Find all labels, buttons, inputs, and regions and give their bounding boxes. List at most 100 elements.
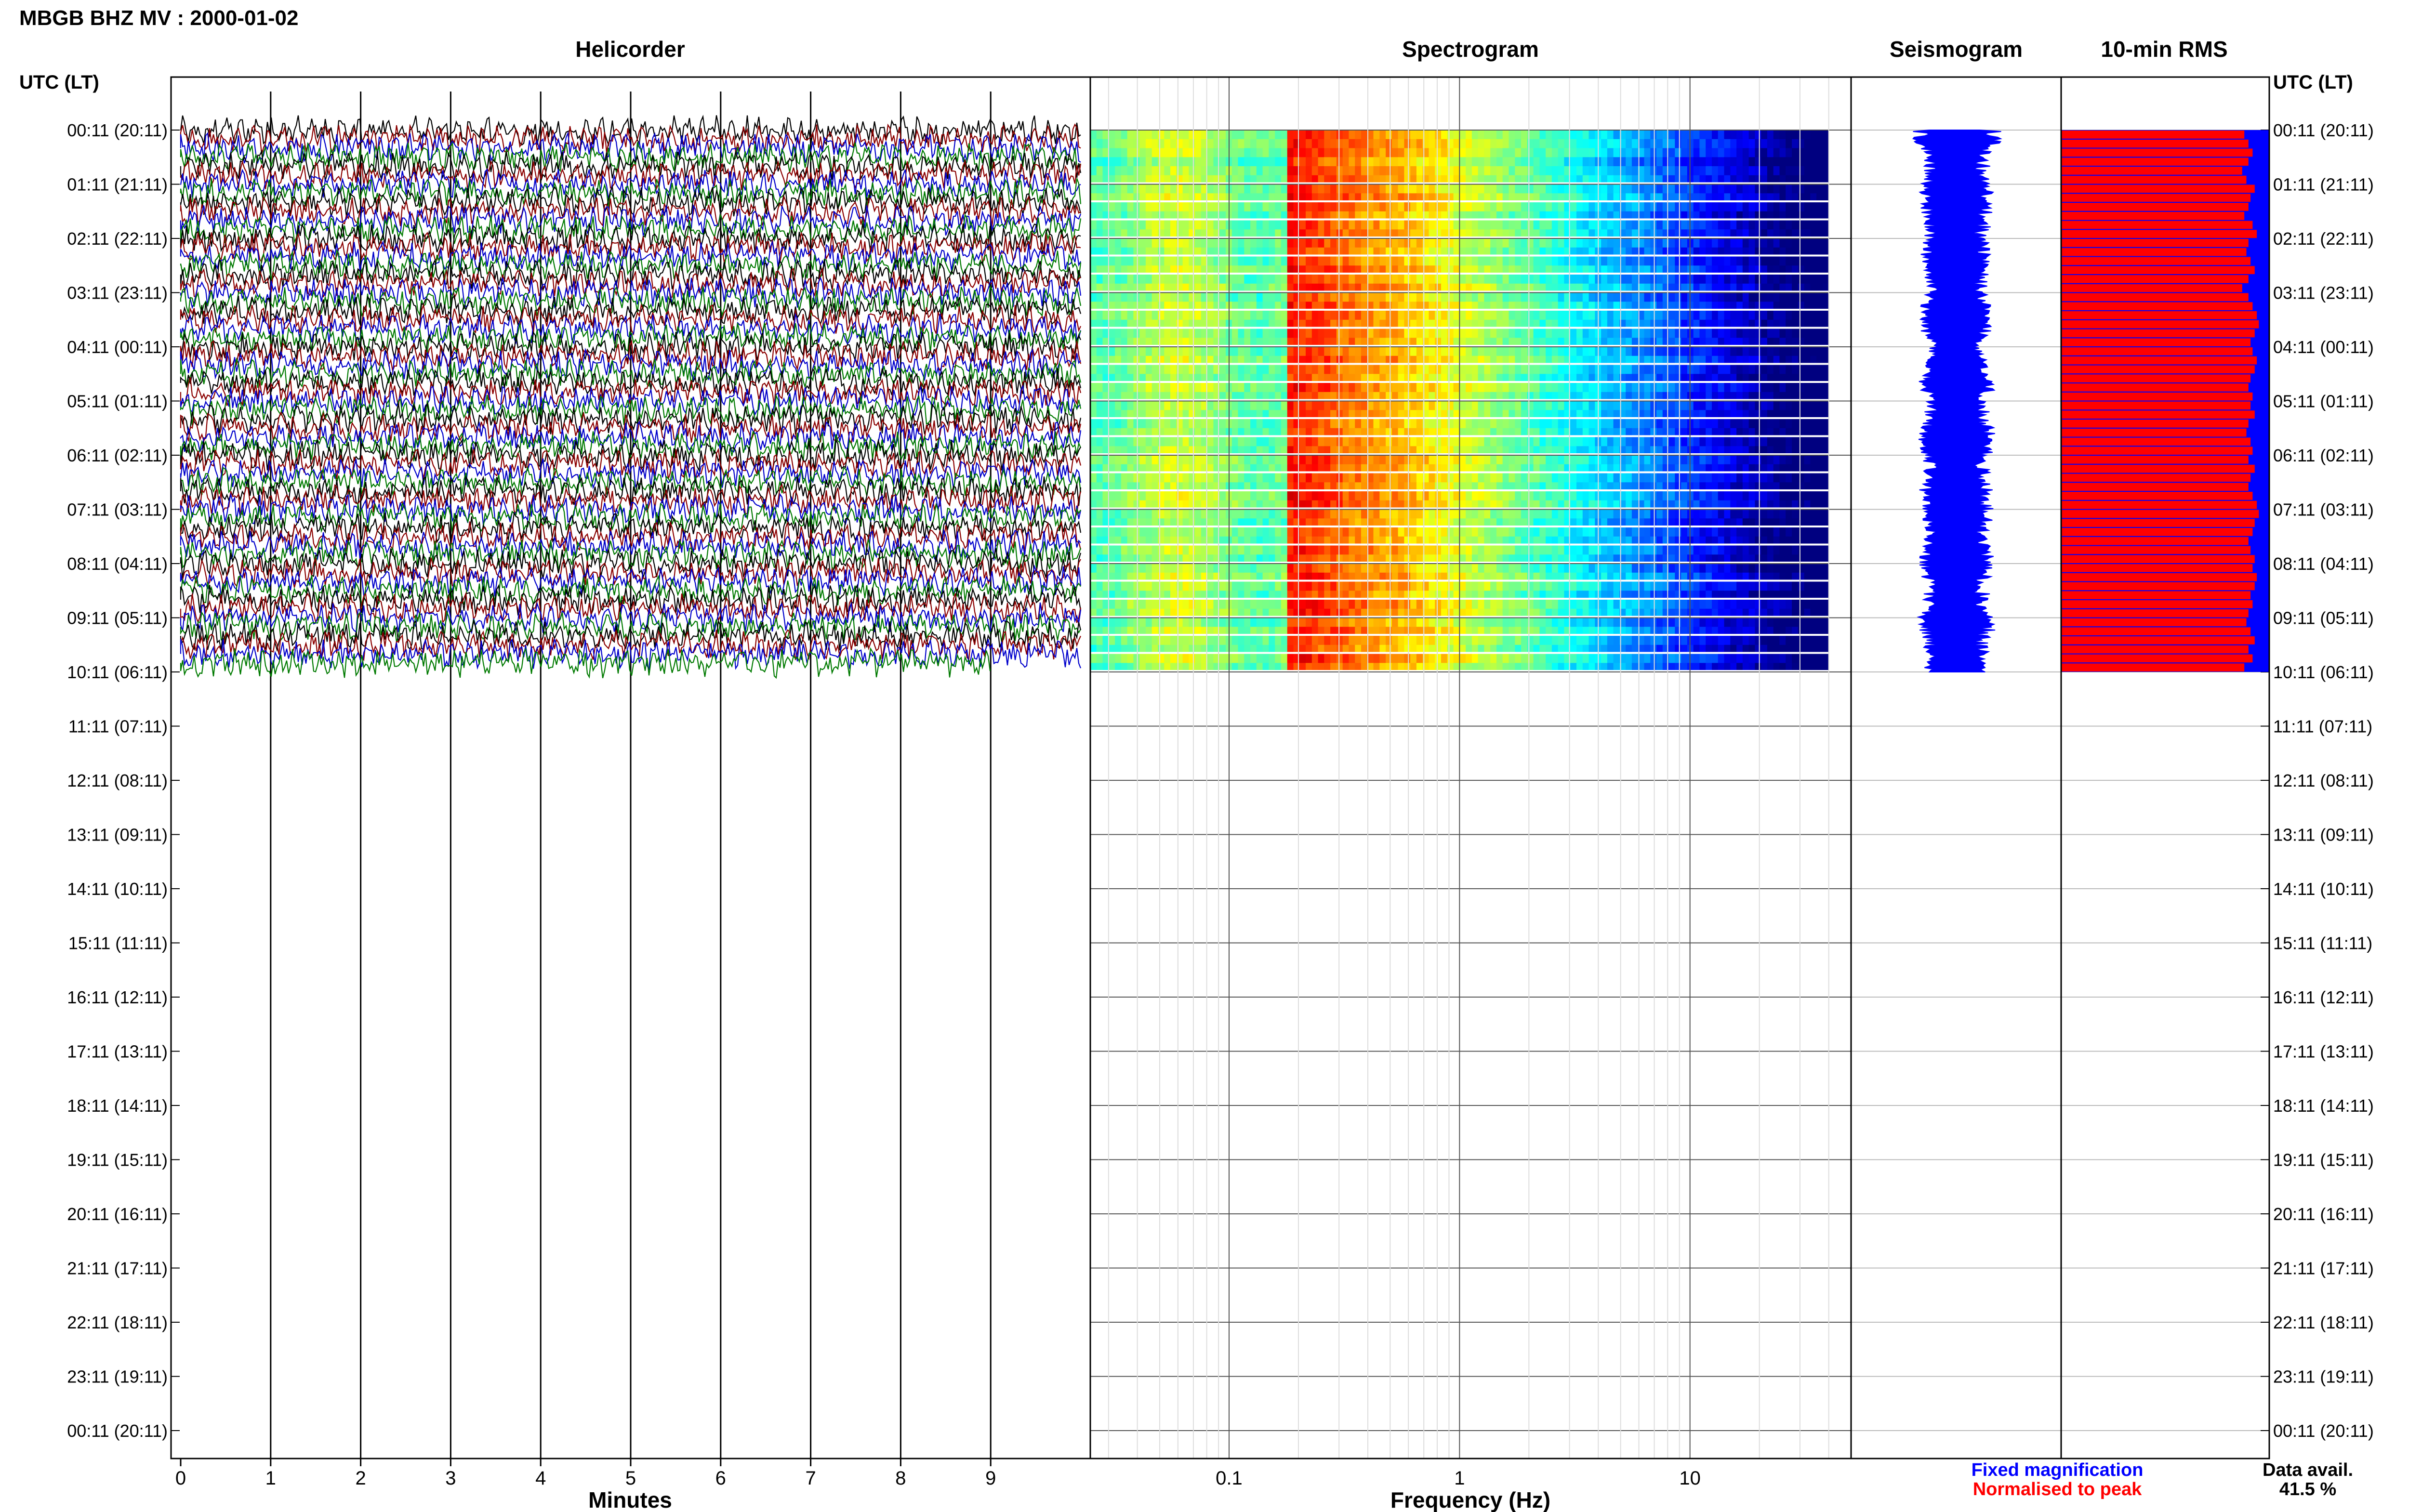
- rms-bar: [2061, 148, 2253, 157]
- rms-bar: [2061, 211, 2245, 220]
- rms-bar: [2061, 473, 2251, 482]
- helicorder-x-tick: 0: [175, 1468, 186, 1489]
- left-axis-label: UTC (LT): [19, 72, 99, 93]
- rms-bar: [2061, 158, 2249, 166]
- rms-bar: [2061, 519, 2255, 527]
- rms-bar: [2061, 428, 2247, 437]
- row-label-left: 05:11 (01:11): [67, 392, 168, 411]
- rms-bar: [2061, 203, 2249, 211]
- rms-bar: [2061, 555, 2255, 564]
- rms-bar: [2061, 383, 2249, 392]
- row-label-right: 12:11 (08:11): [2273, 771, 2374, 790]
- helicorder-x-tick: 4: [535, 1468, 546, 1489]
- row-label-left: 01:11 (21:11): [67, 175, 168, 195]
- row-label-left: 00:11 (20:11): [67, 1421, 168, 1441]
- rms-bar: [2061, 401, 2251, 410]
- spectrogram-x-label: Frequency (Hz): [1390, 1487, 1550, 1512]
- rms-bar: [2061, 356, 2257, 365]
- row-label-left: 12:11 (08:11): [67, 771, 168, 790]
- row-label-right: 17:11 (13:11): [2273, 1042, 2374, 1062]
- row-label-left: 11:11 (07:11): [68, 717, 168, 736]
- rms-bar: [2061, 609, 2249, 618]
- rms-bar: [2061, 410, 2255, 419]
- rms-bars: [2061, 130, 2269, 672]
- helicorder-x-tick: 7: [805, 1468, 816, 1489]
- rms-bar: [2061, 221, 2253, 229]
- rms-bar: [2061, 420, 2249, 428]
- rms-bar: [2061, 537, 2249, 545]
- spectrogram-x-tick: 10: [1679, 1468, 1701, 1489]
- rms-bar: [2061, 248, 2247, 256]
- rms-bar: [2061, 275, 2249, 283]
- row-label-right: 23:11 (19:11): [2273, 1367, 2374, 1387]
- rms-bar: [2061, 654, 2253, 663]
- row-label-right: 14:11 (10:11): [2273, 879, 2374, 899]
- rms-bar: [2061, 528, 2253, 536]
- rms-bar: [2061, 546, 2251, 554]
- rms-bar: [2061, 139, 2249, 148]
- rms-bar: [2061, 492, 2253, 500]
- row-label-right: 19:11 (15:11): [2273, 1150, 2374, 1170]
- rms-bar: [2061, 194, 2251, 202]
- rms-bar: [2061, 239, 2249, 247]
- rms-bar: [2061, 437, 2251, 446]
- rms-bar: [2061, 131, 2245, 139]
- row-label-left: 17:11 (13:11): [67, 1042, 168, 1062]
- row-label-left: 21:11 (17:11): [67, 1259, 168, 1278]
- data-avail-label: Data avail.: [2263, 1460, 2353, 1480]
- row-label-right: 05:11 (01:11): [2273, 392, 2374, 411]
- row-label-right: 00:11 (20:11): [2273, 1421, 2374, 1441]
- rms-bar: [2061, 573, 2257, 581]
- rms-bar: [2061, 320, 2259, 329]
- helicorder-x-tick: 9: [985, 1468, 996, 1489]
- rms-title: 10-min RMS: [2101, 37, 2227, 62]
- row-label-right: 18:11 (14:11): [2273, 1096, 2374, 1116]
- row-label-left: 22:11 (18:11): [67, 1313, 168, 1332]
- helicorder-x-tick: 5: [625, 1468, 636, 1489]
- row-label-left: 14:11 (10:11): [67, 879, 168, 899]
- row-label-left: 08:11 (04:11): [67, 554, 168, 574]
- rms-bar: [2061, 230, 2257, 238]
- rms-bar: [2061, 329, 2255, 338]
- rms-bar: [2061, 293, 2249, 302]
- helicorder-x-tick: 8: [895, 1468, 906, 1489]
- row-label-left: 10:11 (06:11): [67, 662, 168, 682]
- row-label-left: 04:11 (00:11): [67, 337, 168, 357]
- helicorder-x-tick: 2: [355, 1468, 366, 1489]
- rms-bar: [2061, 167, 2242, 175]
- rms-bar: [2061, 500, 2257, 509]
- helicorder-title: Helicorder: [575, 37, 685, 62]
- rms-bar: [2061, 175, 2247, 184]
- rms-bar: [2061, 365, 2255, 374]
- row-label-right: 13:11 (09:11): [2273, 825, 2374, 845]
- rms-bar: [2061, 663, 2245, 672]
- helicorder-x-label: Minutes: [588, 1487, 672, 1512]
- rms-bar: [2061, 374, 2251, 383]
- rms-bar: [2061, 284, 2242, 292]
- row-label-right: 11:11 (07:11): [2273, 717, 2372, 736]
- rms-bar: [2061, 464, 2255, 473]
- rms-bar: [2061, 347, 2253, 355]
- legend-normalised-to-peak: Normalised to peak: [1973, 1479, 2142, 1499]
- rms-bar: [2061, 184, 2255, 193]
- row-label-left: 15:11 (11:11): [68, 933, 168, 953]
- row-label-left: 09:11 (05:11): [67, 608, 168, 628]
- spectrogram-x-tick: 0.1: [1216, 1468, 1243, 1489]
- row-label-right: 02:11 (22:11): [2273, 229, 2374, 249]
- row-label-right: 21:11 (17:11): [2273, 1259, 2374, 1278]
- rms-bar: [2061, 600, 2253, 608]
- row-label-left: 18:11 (14:11): [67, 1096, 168, 1116]
- rms-bar: [2061, 392, 2253, 401]
- rms-bar: [2061, 483, 2249, 491]
- row-label-right: 03:11 (23:11): [2273, 283, 2374, 303]
- row-label-left: 07:11 (03:11): [67, 500, 168, 520]
- row-label-right: 04:11 (00:11): [2273, 337, 2374, 357]
- figure-title: MBGB BHZ MV : 2000-01-02: [19, 6, 298, 30]
- row-label-right: 08:11 (04:11): [2273, 554, 2374, 574]
- row-label-right: 20:11 (16:11): [2273, 1204, 2374, 1224]
- data-avail-value: 41.5 %: [2279, 1479, 2336, 1499]
- rms-bar: [2061, 591, 2251, 600]
- rms-bar: [2061, 645, 2249, 654]
- row-label-right: 22:11 (18:11): [2273, 1313, 2374, 1332]
- row-label-right: 15:11 (11:11): [2273, 933, 2372, 953]
